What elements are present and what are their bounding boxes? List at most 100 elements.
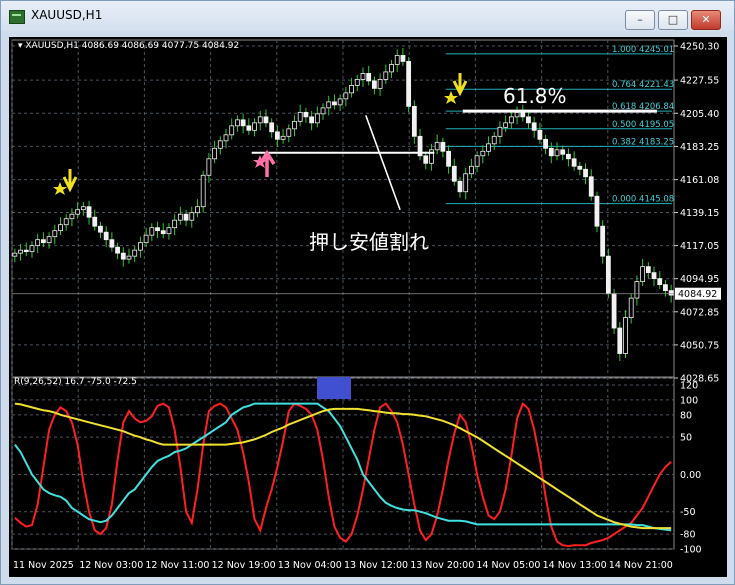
candle-body xyxy=(52,230,58,238)
candle-body xyxy=(354,79,360,86)
title-bar[interactable]: XAUUSD,H1 – □ ✕ xyxy=(1,1,734,31)
osc-marker-block xyxy=(317,377,351,399)
price-y-tick-label: 4139.15 xyxy=(680,208,719,219)
price-y-tick-label: 4094.95 xyxy=(680,274,719,285)
candle-body xyxy=(212,147,217,160)
candle-body xyxy=(588,176,594,197)
osc-y-tick-label: 120 xyxy=(680,381,698,392)
candle-body xyxy=(326,101,332,109)
candle-body xyxy=(554,149,560,157)
candle-body xyxy=(640,266,646,283)
candle-body xyxy=(514,111,520,118)
candle-body xyxy=(297,111,303,122)
down-arrow-right xyxy=(452,73,468,97)
candle-body xyxy=(274,131,280,140)
candle-body xyxy=(280,135,286,140)
candle-body xyxy=(617,327,623,354)
candle-body xyxy=(263,116,269,124)
candle-body xyxy=(217,140,223,149)
candle-body xyxy=(663,284,668,292)
candle-body xyxy=(337,98,343,106)
price-header: ▾ XAUUSD,H1 4086.69 4086.69 4077.75 4084… xyxy=(18,41,239,51)
candle-body xyxy=(46,236,52,244)
candle-body xyxy=(634,281,640,299)
candle-body xyxy=(126,255,132,260)
down-arrow-left xyxy=(62,169,78,193)
candle-body xyxy=(394,55,400,65)
candle-body xyxy=(195,206,200,214)
fib-level-label: 0.382 4183.25 xyxy=(612,137,674,147)
chart-svg[interactable]: 11 Nov 2025 12 Nov 03:00 12 Nov 11:00 12 No… xyxy=(9,37,727,577)
price-y-tick-label: 4161.08 xyxy=(680,175,719,186)
candle-body xyxy=(235,119,240,127)
price-y-tick-label: 4227.55 xyxy=(680,76,719,87)
candle-body xyxy=(645,266,651,274)
candle-body xyxy=(480,150,486,157)
candle-body xyxy=(491,135,497,145)
candle-body xyxy=(18,249,23,254)
candle-body xyxy=(469,165,474,175)
candle-body xyxy=(440,141,446,152)
candle-body xyxy=(80,206,86,211)
candle-body xyxy=(177,213,183,221)
price-y-tick-label: 4050.75 xyxy=(680,340,719,351)
candle-body xyxy=(668,290,674,296)
candle-body xyxy=(138,242,143,251)
candle-body xyxy=(206,158,212,176)
candle-body xyxy=(332,101,337,106)
candle-body xyxy=(166,227,172,235)
candle-body xyxy=(160,230,166,235)
candle-body xyxy=(12,252,18,257)
candle-body xyxy=(548,147,554,157)
fib-label: 61.8% xyxy=(503,84,567,108)
star-marker-right xyxy=(444,91,458,104)
x-tick-label: 12 Nov 11:00 xyxy=(145,560,209,571)
candle-body xyxy=(252,122,257,131)
minimize-button[interactable]: – xyxy=(625,10,655,30)
star-marker-left xyxy=(53,182,67,195)
candle-body xyxy=(115,246,120,254)
candle-body xyxy=(143,234,149,244)
price-y-tick-label: 4117.05 xyxy=(680,241,719,252)
candle-body xyxy=(486,143,491,152)
candle-body xyxy=(92,216,98,227)
osc-y-tick-label: 100 xyxy=(680,395,698,406)
x-tick-label: 13 Nov 12:00 xyxy=(344,560,408,571)
candle-body xyxy=(406,61,412,107)
candle-body xyxy=(611,293,617,329)
candle-body xyxy=(200,174,206,208)
candle-body xyxy=(292,120,297,130)
candle-body xyxy=(463,173,469,193)
break-label: 押し安値割れ xyxy=(309,230,429,254)
close-button[interactable]: ✕ xyxy=(691,10,721,30)
candle-body xyxy=(451,165,457,182)
osc-y-tick-label: -80 xyxy=(680,530,696,541)
candle-body xyxy=(583,168,588,178)
candle-body xyxy=(383,71,389,80)
candle-body xyxy=(360,73,366,80)
candle-body xyxy=(58,224,63,232)
osc-y-tick-label: -100 xyxy=(680,545,702,556)
candle-body xyxy=(474,155,480,167)
candle-body xyxy=(172,219,178,229)
candle-body xyxy=(29,245,35,253)
candle-body xyxy=(526,116,531,124)
candle-body xyxy=(229,125,235,136)
candle-body xyxy=(434,141,440,151)
fib-level-label: 0.764 4221.43 xyxy=(612,80,674,90)
price-y-tick-label: 4205.40 xyxy=(680,109,719,120)
candle-body xyxy=(543,138,548,149)
maximize-button[interactable]: □ xyxy=(658,10,688,30)
candle-body xyxy=(320,107,326,115)
candle-body xyxy=(446,150,451,167)
chart-area[interactable]: 11 Nov 2025 12 Nov 03:00 12 Nov 11:00 12 No… xyxy=(9,37,727,577)
candle-body xyxy=(132,249,138,257)
candle-body xyxy=(309,116,315,124)
x-tick-label: 11 Nov 2025 xyxy=(13,560,74,571)
x-tick-label: 13 Nov 20:00 xyxy=(410,560,474,571)
osc-header: R(9,26,52) 16.7 -75.0 -72.5 xyxy=(14,377,137,387)
candle-body xyxy=(286,128,292,137)
price-y-tick-label: 4072.85 xyxy=(680,307,719,318)
chart-window: XAUUSD,H1 – □ ✕ 11 Nov 2025 12 Nov 03:00 1… xyxy=(0,0,735,585)
candle-body xyxy=(343,92,349,100)
